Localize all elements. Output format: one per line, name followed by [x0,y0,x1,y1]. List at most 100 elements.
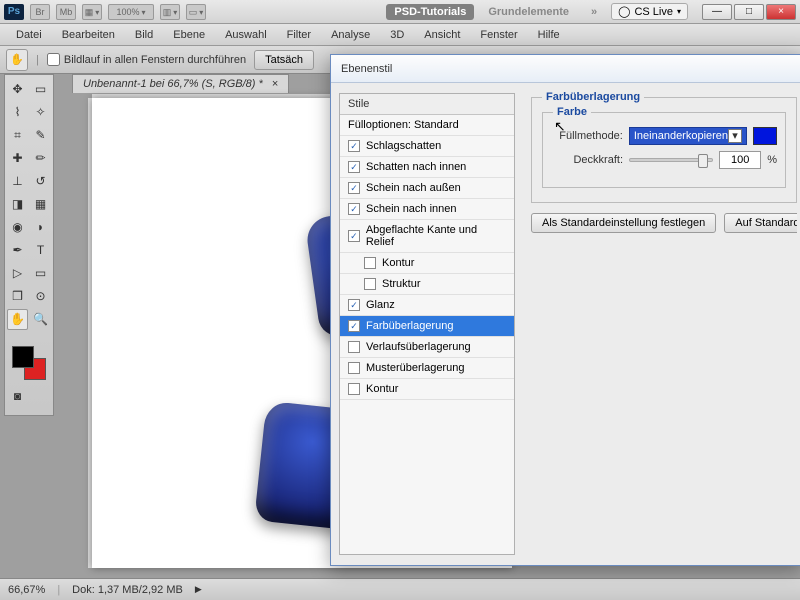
stamp-tool[interactable]: ⊥ [7,171,28,192]
style-item-label: Abgeflachte Kante und Relief [366,224,506,248]
menu-ebene[interactable]: Ebene [163,26,215,44]
menu-hilfe[interactable]: Hilfe [528,26,570,44]
gradient-tool[interactable]: ▦ [30,194,51,215]
history-brush-tool[interactable]: ↺ [30,171,51,192]
style-item-label: Schatten nach innen [366,161,466,173]
overlay-color-swatch[interactable] [753,127,777,145]
style-item-9[interactable]: Verlaufsüberlagerung [340,337,514,358]
lasso-tool[interactable]: ⌇ [7,102,28,123]
foreground-color-swatch[interactable] [12,346,34,368]
menu-3d[interactable]: 3D [380,26,414,44]
menu-bar: Datei Bearbeiten Bild Ebene Auswahl Filt… [0,24,800,46]
minibridge-button[interactable]: Mb [56,4,76,20]
style-checkbox[interactable]: ✓ [348,230,360,242]
hand-tool-icon[interactable]: ✋ [6,49,28,71]
style-item-8[interactable]: ✓Farbüberlagerung [340,316,514,337]
style-checkbox[interactable] [364,257,376,269]
heal-tool[interactable]: ✚ [7,148,28,169]
style-checkbox[interactable]: ✓ [348,182,360,194]
window-minimize[interactable]: — [702,4,732,20]
menu-filter[interactable]: Filter [277,26,321,44]
style-item-2[interactable]: ✓ Schein nach außen [340,178,514,199]
tool-palette: ✥ ▭ ⌇ ✧ ⌗ ✎ ✚ ✏ ⊥ ↺ ◨ ▦ ◉ ◗ ✒ T ▷ ▭ ❒ ⊙ … [4,74,54,416]
menu-bild[interactable]: Bild [125,26,163,44]
style-checkbox[interactable] [348,362,360,374]
style-checkbox[interactable] [364,278,376,290]
quickmask-toggle[interactable]: ◙ [7,386,28,407]
document-tab[interactable]: Unbenannt-1 bei 66,7% (S, RGB/8) * × [72,74,289,93]
style-item-label: Kontur [366,383,398,395]
brush-tool[interactable]: ✏ [30,148,51,169]
style-item-4[interactable]: ✓ Abgeflachte Kante und Relief [340,220,514,253]
wand-tool[interactable]: ✧ [30,102,51,123]
crop-tool[interactable]: ⌗ [7,125,28,146]
fill-options-row[interactable]: Fülloptionen: Standard [340,115,514,136]
style-checkbox[interactable] [348,341,360,353]
status-menu-arrow[interactable]: ▶ [195,584,202,595]
3d-tool[interactable]: ❒ [7,286,28,307]
menu-bearbeiten[interactable]: Bearbeiten [52,26,125,44]
window-maximize[interactable]: □ [734,4,764,20]
window-close[interactable]: × [766,4,796,20]
style-item-7[interactable]: ✓ Glanz [340,295,514,316]
color-swatches[interactable] [12,346,46,380]
status-docsize[interactable]: Dok: 1,37 MB/2,92 MB [72,584,183,596]
move-tool[interactable]: ✥ [7,79,28,100]
style-checkbox[interactable]: ✓ [348,203,360,215]
style-checkbox[interactable]: ✓ [348,161,360,173]
dodge-tool[interactable]: ◗ [30,217,51,238]
opacity-slider[interactable] [629,158,713,162]
blend-mode-combo[interactable]: Ineinanderkopieren▾ [629,127,747,145]
style-item-label: Musterüberlagerung [366,362,464,374]
style-checkbox[interactable]: ✓ [348,299,360,311]
style-checkbox[interactable]: ✓ [348,320,360,332]
style-item-3[interactable]: ✓Schein nach innen [340,199,514,220]
eraser-tool[interactable]: ◨ [7,194,28,215]
scroll-all-windows-checkbox[interactable]: Bildlauf in allen Fenstern durchführen [47,53,246,66]
marquee-tool[interactable]: ▭ [30,79,51,100]
menu-ansicht[interactable]: Ansicht [414,26,470,44]
zoom-tool[interactable]: 🔍 [30,309,51,330]
blur-tool[interactable]: ◉ [7,217,28,238]
layout-dropdown[interactable]: ▦ [82,4,102,20]
make-default-button[interactable]: Als Standardeinstellung festlegen [531,213,716,233]
style-checkbox[interactable] [348,383,360,395]
menu-fenster[interactable]: Fenster [470,26,527,44]
style-checkbox[interactable]: ✓ [348,140,360,152]
menu-analyse[interactable]: Analyse [321,26,380,44]
path-select-tool[interactable]: ▷ [7,263,28,284]
bridge-button[interactable]: Br [30,4,50,20]
status-zoom[interactable]: 66,67% [8,584,45,596]
eyedropper-tool[interactable]: ✎ [30,125,51,146]
cslive-button[interactable]: ◯CS Live▾ [611,3,688,20]
slider-thumb[interactable] [698,154,708,168]
style-item-label: Schein nach außen [366,182,461,194]
shape-tool[interactable]: ▭ [30,263,51,284]
opacity-value[interactable]: 100 [719,151,761,169]
pen-tool[interactable]: ✒ [7,240,28,261]
hand-tool[interactable]: ✋ [7,309,28,330]
menu-datei[interactable]: Datei [6,26,52,44]
screen-mode-dropdown[interactable]: ▭ [186,4,206,20]
type-tool[interactable]: T [30,240,51,261]
document-tab-close[interactable]: × [272,78,278,90]
reset-default-button[interactable]: Auf Standardeinst [724,213,797,233]
menu-auswahl[interactable]: Auswahl [215,26,277,44]
styles-header[interactable]: Stile [340,94,514,115]
style-item-11[interactable]: Kontur [340,379,514,400]
workspace-tab-basics[interactable]: Grundelemente [480,4,577,20]
style-item-1[interactable]: ✓ Schatten nach innen [340,157,514,178]
style-item-10[interactable]: Musterüberlagerung [340,358,514,379]
style-item-0[interactable]: ✓Schlagschatten [340,136,514,157]
style-item-6[interactable]: Struktur [340,274,514,295]
workspace-tab-tutorials[interactable]: PSD-Tutorials [386,4,474,20]
dialog-titlebar[interactable]: Ebenenstil [331,55,800,83]
workspace-more[interactable]: » [583,4,605,20]
3d-camera-tool[interactable]: ⊙ [30,286,51,307]
color-subgroup: Farbe Füllmethode: Ineinanderkopieren▾ D… [542,112,786,188]
style-item-5[interactable]: Kontur [340,253,514,274]
view-extras-dropdown[interactable]: ▥ [160,4,180,20]
actual-pixels-button[interactable]: Tatsäch [254,50,314,70]
zoom-dropdown[interactable]: 100% [108,4,154,20]
style-item-label: Glanz [366,299,395,311]
